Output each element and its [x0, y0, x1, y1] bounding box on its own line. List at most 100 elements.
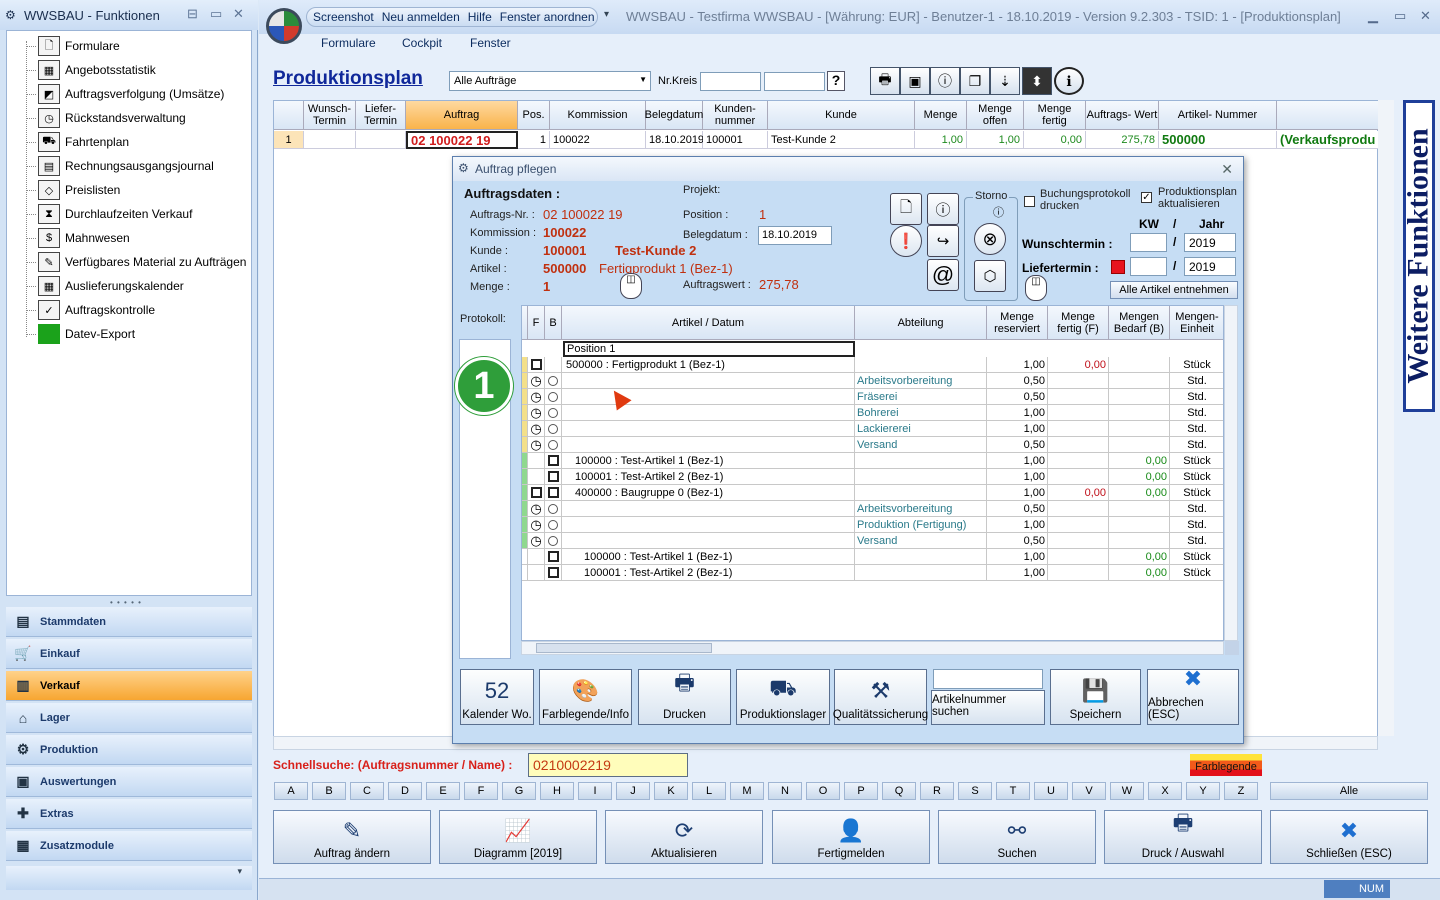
finished-cell[interactable]	[1048, 469, 1109, 485]
reserved-cell[interactable]: 0,50	[987, 437, 1048, 453]
department-cell[interactable]	[855, 453, 987, 469]
alphabet-button-e[interactable]: E	[426, 782, 460, 800]
cancel-button[interactable]: ✖ Abbrechen (ESC)	[1147, 666, 1239, 725]
f-cell[interactable]	[528, 549, 545, 565]
sort-button[interactable]: ⇣	[990, 67, 1020, 95]
department-cell[interactable]: Produktion (Fertigung)	[855, 517, 987, 533]
reserved-cell[interactable]: 0,50	[987, 501, 1048, 517]
splitter-grip[interactable]: • • • • •	[110, 598, 142, 607]
column-header[interactable]: Kunde	[768, 101, 915, 130]
close-icon[interactable]: ✕	[1221, 161, 1233, 178]
info-button[interactable]: ℹ	[1054, 67, 1084, 95]
alphabet-button-q[interactable]: Q	[882, 782, 916, 800]
grid-cell[interactable]: 18.10.2019	[646, 131, 704, 149]
article-cell[interactable]	[562, 421, 855, 437]
column-header[interactable]	[1277, 101, 1379, 130]
column-header[interactable]: Menge fertig	[1024, 101, 1086, 130]
department-cell[interactable]: Lackiererei	[855, 421, 987, 437]
refresh-button[interactable]: ⟳ Aktualisieren	[605, 810, 763, 864]
alphabet-button-c[interactable]: C	[350, 782, 384, 800]
position-name-input[interactable]: Position 1	[563, 341, 855, 357]
column-header[interactable]: Artikel- Nummer	[1159, 101, 1277, 130]
close-icon[interactable]: ✕	[1420, 8, 1431, 24]
cancel-item-button[interactable]: ⬡	[974, 260, 1006, 292]
alphabet-button-a[interactable]: A	[274, 782, 308, 800]
alphabet-button-b[interactable]: B	[312, 782, 346, 800]
grid-cell[interactable]: (Verkaufsprodu	[1277, 131, 1379, 149]
demand-cell[interactable]: 0,00	[1109, 453, 1170, 469]
department-cell[interactable]	[855, 469, 987, 485]
tree-item[interactable]: ◇ Preislisten	[26, 179, 120, 201]
alphabet-button-v[interactable]: V	[1072, 782, 1106, 800]
desired-year-input[interactable]: 2019	[1184, 233, 1236, 252]
tree-item[interactable]: $ Mahnwesen	[26, 227, 130, 249]
demand-cell[interactable]: 0,00	[1109, 485, 1170, 501]
alphabet-button-p[interactable]: P	[844, 782, 878, 800]
tab-formulare[interactable]: Formulare	[321, 36, 376, 50]
f-cell[interactable]: ◷	[528, 501, 545, 517]
demand-cell[interactable]	[1109, 421, 1170, 437]
alphabet-button-i[interactable]: I	[578, 782, 612, 800]
article-cell[interactable]	[562, 517, 855, 533]
grid-cell[interactable]: 100001	[703, 131, 768, 149]
tree-item[interactable]: ◷ Rückstandsverwaltung	[26, 107, 186, 129]
alphabet-button-x[interactable]: X	[1148, 782, 1182, 800]
quick-arrange[interactable]: Fenster anordnen	[500, 10, 595, 24]
alphabet-button-y[interactable]: Y	[1186, 782, 1220, 800]
alphabet-button-k[interactable]: K	[654, 782, 688, 800]
close-button[interactable]: ✖ Schließen (ESC)	[1270, 810, 1428, 864]
reserved-cell[interactable]: 1,00	[987, 469, 1048, 485]
palette-button[interactable]: 🎨 Farblegende/Info	[539, 669, 632, 725]
grid-cell[interactable]	[356, 131, 406, 149]
b-cell[interactable]	[545, 517, 562, 533]
finished-cell[interactable]	[1048, 453, 1109, 469]
color-legend-button[interactable]: Farblegende	[1190, 754, 1262, 776]
unit-cell[interactable]: Std.	[1170, 405, 1223, 421]
column-header[interactable]: Menge	[915, 101, 967, 130]
article-cell[interactable]: 400000 : Baugruppe 0 (Bez-1)	[562, 485, 855, 501]
print-log-checkbox[interactable]	[1024, 196, 1035, 207]
article-search-button[interactable]: Artikelnummer suchen	[931, 690, 1045, 725]
tree-item[interactable]: ✎ Verfügbares Material zu Aufträgen	[26, 251, 246, 273]
reserved-cell[interactable]: 1,00	[987, 549, 1048, 565]
quick-screenshot[interactable]: Screenshot	[313, 10, 374, 24]
doc-date-input[interactable]: 18.10.2019	[758, 226, 832, 245]
column-header[interactable]: Auftrag	[406, 101, 518, 130]
b-cell[interactable]	[545, 437, 562, 453]
department-cell[interactable]	[855, 485, 987, 501]
unit-cell[interactable]: Stück	[1170, 549, 1223, 565]
user-check-button[interactable]: 👤 Fertigmelden	[772, 810, 930, 864]
nrkreis-to-input[interactable]	[764, 72, 825, 91]
take-all-items-button[interactable]: Alle Artikel entnehmen	[1110, 281, 1238, 299]
article-cell[interactable]: 100000 : Test-Artikel 1 (Bez-1)	[562, 453, 855, 469]
tree-item[interactable]: ⧗ Durchlaufzeiten Verkauf	[26, 203, 192, 225]
copy-doc-button[interactable]: ❐	[960, 67, 990, 95]
tree-item[interactable]: ⛟ Fahrtenplan	[26, 131, 129, 153]
unit-cell[interactable]: Std.	[1170, 373, 1223, 389]
unit-cell[interactable]: Std.	[1170, 389, 1223, 405]
position-grid-hscroll[interactable]	[521, 641, 1224, 655]
b-cell[interactable]	[545, 421, 562, 437]
desired-week-input[interactable]	[1130, 233, 1167, 252]
forward-document-button[interactable]: ↪	[927, 225, 959, 257]
help-button[interactable]: ?	[827, 71, 845, 91]
article-cell[interactable]	[562, 389, 855, 405]
chart-button[interactable]: 📈 Diagramm [2019]	[439, 810, 597, 864]
column-header[interactable]: Liefer- Termin	[356, 101, 406, 130]
finished-cell[interactable]	[1048, 501, 1109, 517]
position-column-header[interactable]: Mengen- Einheit	[1170, 306, 1223, 340]
printer-button[interactable]: 🖶 Druck / Auswahl	[1104, 810, 1262, 864]
quick-help[interactable]: Hilfe	[468, 10, 492, 24]
delivery-year-input[interactable]: 2019	[1184, 257, 1236, 276]
column-header[interactable]: Kunden- nummer	[703, 101, 768, 130]
b-cell[interactable]	[545, 453, 562, 469]
mouse-icon[interactable]: ◫	[1025, 275, 1047, 301]
alphabet-button-n[interactable]: N	[768, 782, 802, 800]
reserved-cell[interactable]: 1,00	[987, 405, 1048, 421]
demand-cell[interactable]	[1109, 517, 1170, 533]
b-cell[interactable]	[545, 549, 562, 565]
finished-cell[interactable]	[1048, 565, 1109, 581]
order-filter-select[interactable]: Alle Aufträge ▼	[449, 71, 651, 91]
unit-cell[interactable]: Stück	[1170, 565, 1223, 581]
article-cell[interactable]	[562, 373, 855, 389]
